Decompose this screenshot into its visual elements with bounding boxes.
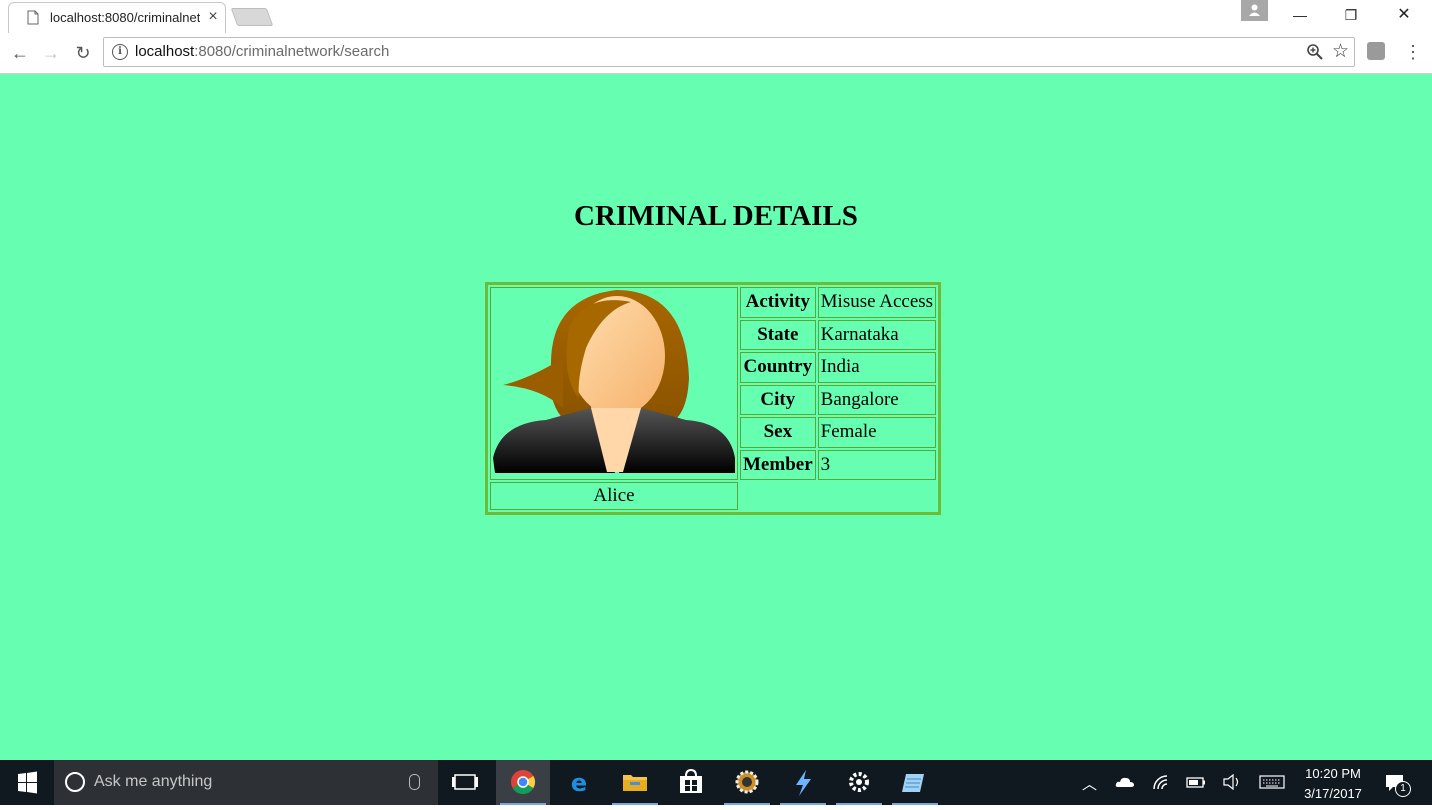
criminal-name: Alice	[490, 482, 738, 510]
field-label: Member	[740, 449, 816, 480]
flash-icon[interactable]	[776, 760, 830, 805]
new-tab-button[interactable]	[230, 8, 274, 26]
field-value: Female	[817, 417, 937, 448]
page-icon	[27, 10, 39, 25]
female-avatar-icon	[493, 290, 735, 473]
empty-cell	[740, 482, 936, 510]
info-icon[interactable]: i	[112, 44, 128, 60]
field-value: Misuse Access	[817, 287, 937, 318]
browser-toolbar: ← → ↻ i localhost:8080/criminalnetwork/s…	[0, 33, 1432, 74]
minimize-button[interactable]: —	[1277, 0, 1323, 30]
action-center-icon[interactable]: 1	[1384, 772, 1411, 797]
url-path: :8080/criminalnetwork/search	[194, 43, 390, 60]
clock-date: 3/17/2017	[1304, 786, 1362, 801]
edge-icon[interactable]: e	[552, 760, 606, 805]
field-value: Karnataka	[817, 319, 937, 350]
field-value: Bangalore	[817, 384, 937, 415]
wifi-icon[interactable]	[1152, 774, 1170, 790]
cortana-search-box[interactable]: Ask me anything	[54, 760, 438, 805]
extension-icon[interactable]	[1367, 42, 1385, 60]
microphone-icon[interactable]	[409, 774, 420, 790]
task-view-icon[interactable]	[438, 760, 492, 805]
windows-icon	[18, 771, 37, 794]
bookmark-star-icon[interactable]: ☆	[1332, 40, 1349, 63]
settings-icon[interactable]	[832, 760, 886, 805]
criminal-details-table: Activity Misuse Access State Karnataka C…	[485, 282, 942, 515]
reload-button[interactable]: ↻	[71, 41, 95, 65]
zoom-icon[interactable]	[1306, 43, 1324, 61]
gear-app-icon[interactable]	[720, 760, 774, 805]
file-explorer-icon[interactable]	[608, 760, 662, 805]
tab-close-icon[interactable]: ×	[205, 8, 221, 26]
battery-icon[interactable]	[1186, 775, 1206, 789]
tab-title: localhost:8080/criminalnetwork/search	[50, 10, 200, 25]
clock[interactable]: 10:20 PM 3/17/2017	[1296, 764, 1370, 804]
profile-button[interactable]	[1241, 0, 1268, 21]
notepad-icon[interactable]	[888, 760, 942, 805]
browser-tab[interactable]: localhost:8080/criminalnetwork/search ×	[8, 2, 226, 33]
field-value: India	[817, 352, 937, 383]
tab-strip: localhost:8080/criminalnetwork/search × …	[0, 0, 1432, 33]
search-placeholder: Ask me anything	[94, 773, 213, 790]
start-button[interactable]	[0, 760, 54, 805]
onedrive-icon[interactable]	[1115, 776, 1135, 788]
close-window-button[interactable]: ✕	[1381, 0, 1427, 30]
cortana-icon	[65, 772, 85, 792]
back-button[interactable]: ←	[8, 41, 32, 65]
field-label: Country	[740, 352, 816, 383]
restore-button[interactable]: ❐	[1328, 0, 1374, 30]
taskbar: Ask me anything e ︿ 10:20 PM 3/17/2017 1	[0, 760, 1432, 805]
notification-count: 1	[1395, 781, 1411, 797]
forward-button[interactable]: →	[39, 41, 63, 65]
field-value: 3	[817, 449, 937, 480]
url-text[interactable]: localhost:8080/criminalnetwork/search	[135, 43, 389, 60]
field-label: City	[740, 384, 816, 415]
field-label: State	[740, 319, 816, 350]
volume-icon[interactable]	[1222, 774, 1242, 790]
page-content: CRIMINAL DETAILS Activity Misuse Access …	[0, 74, 1432, 760]
address-bar[interactable]: i localhost:8080/criminalnetwork/search …	[103, 37, 1355, 67]
svg-text:e: e	[571, 769, 587, 797]
field-label: Activity	[740, 287, 816, 318]
chevron-up-icon[interactable]: ︿	[1082, 773, 1097, 794]
chrome-icon[interactable]	[496, 760, 550, 805]
store-icon[interactable]	[664, 760, 718, 805]
page-title: CRIMINAL DETAILS	[574, 200, 858, 232]
photo-cell	[490, 287, 738, 480]
keyboard-icon[interactable]	[1259, 775, 1285, 789]
person-icon	[1249, 4, 1260, 16]
field-label: Sex	[740, 417, 816, 448]
menu-icon[interactable]: ⋮	[1404, 41, 1422, 63]
url-host: localhost	[135, 43, 195, 60]
clock-time: 10:20 PM	[1305, 766, 1361, 781]
